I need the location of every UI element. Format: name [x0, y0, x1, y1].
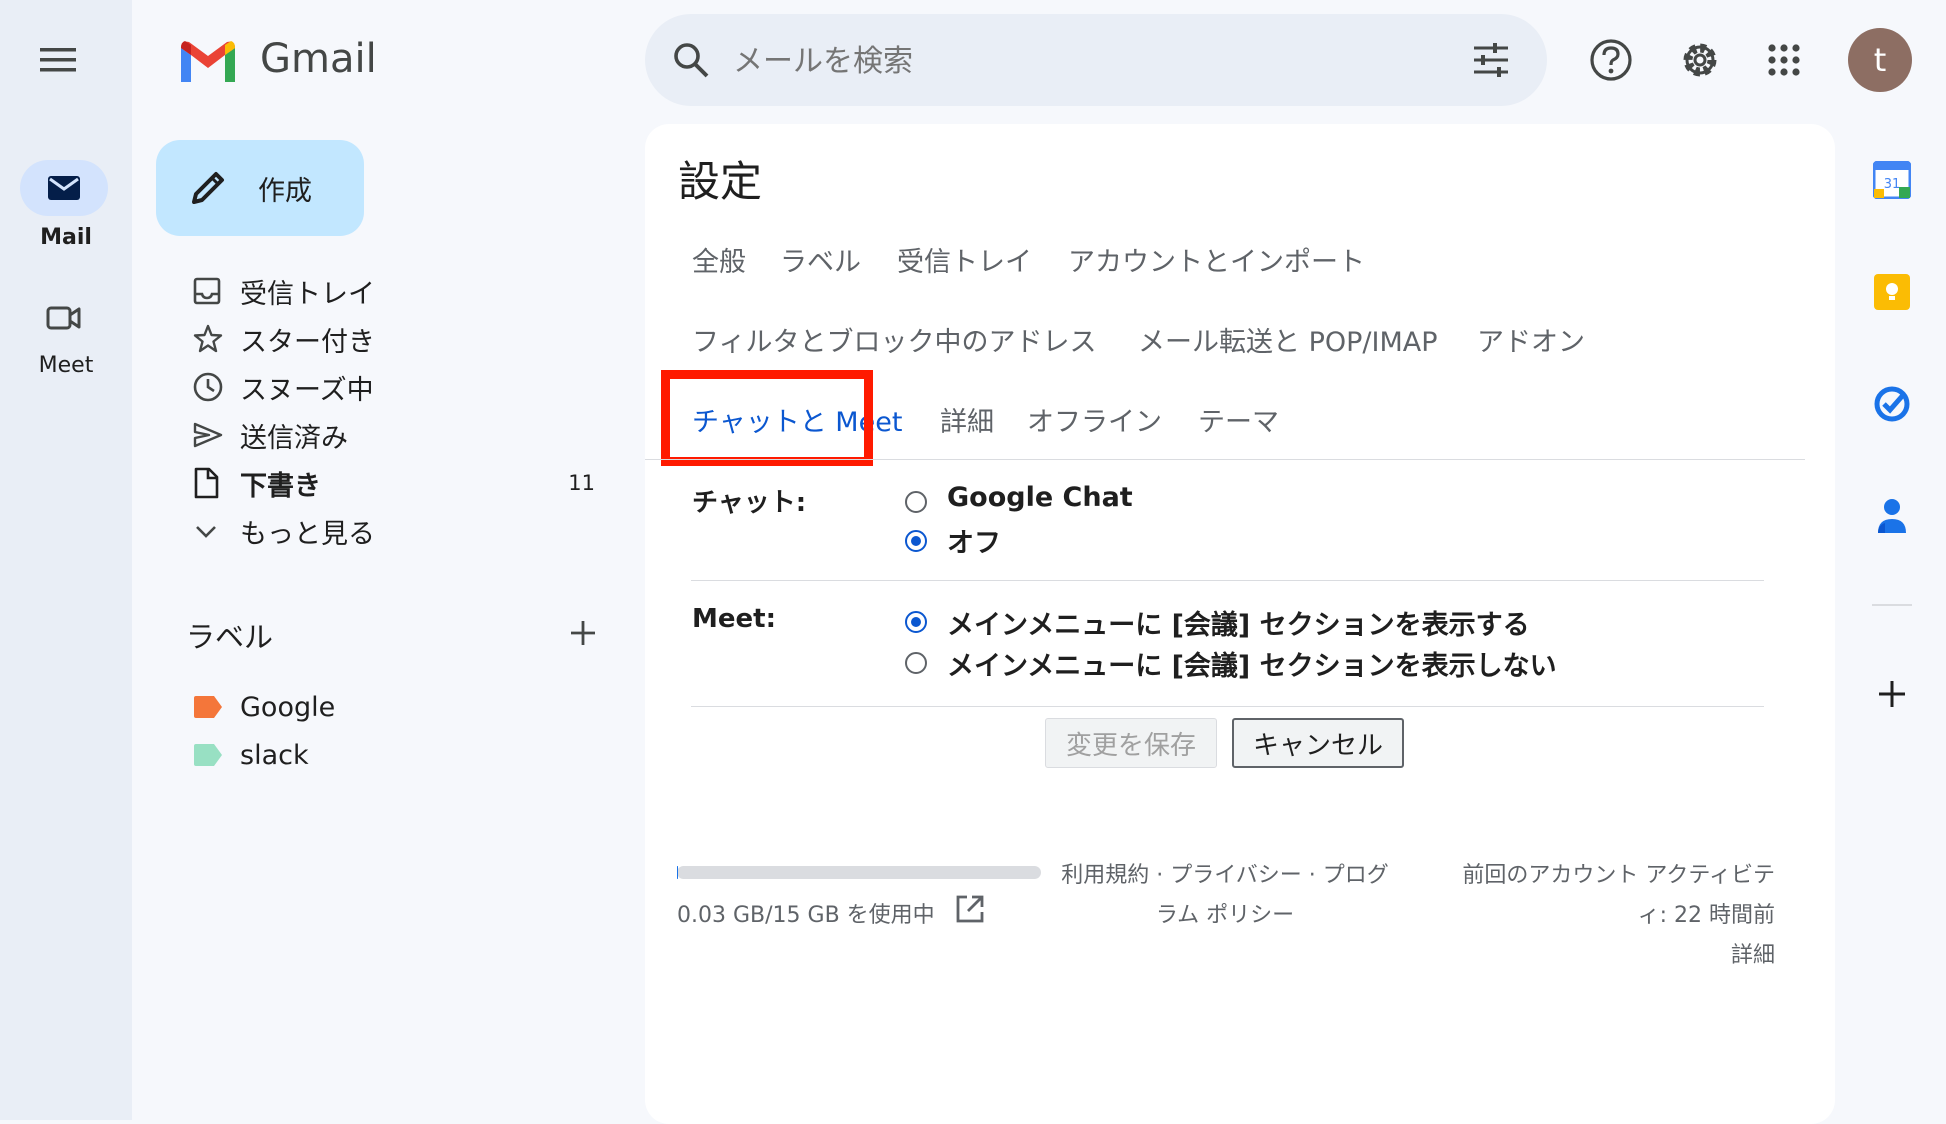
nav-label: 下書き [240, 470, 321, 502]
mail-icon [47, 175, 81, 201]
settings-panel: 設定 全般 ラベル 受信トレイ アカウントとインポート フィルタとブロック中のア… [645, 124, 1835, 1124]
nav-item-snoozed[interactable]: スヌーズ中 [180, 364, 620, 410]
app-name: Gmail [260, 36, 377, 82]
option-chat-off-label: オフ [947, 528, 1001, 559]
inbox-icon [180, 268, 232, 314]
label-name: slack [240, 739, 309, 771]
option-google-chat-label: Google Chat [947, 482, 1133, 513]
storage-bar [677, 866, 1041, 879]
side-panel-divider [1872, 604, 1912, 606]
cancel-button[interactable]: キャンセル [1232, 718, 1404, 768]
chat-section-label: チャット: [692, 488, 807, 518]
tab-themes[interactable]: テーマ [1198, 400, 1279, 439]
tab-forwarding[interactable]: メール転送と POP/IMAP [1138, 320, 1438, 359]
main-menu-icon[interactable] [38, 44, 78, 76]
option-meet-show-label: メインメニューに [会議] セクションを表示する [947, 610, 1530, 641]
activity-details-link[interactable]: 詳細 [1405, 936, 1775, 976]
calendar-icon[interactable]: 31 [1872, 160, 1912, 200]
policy-line[interactable]: ラム ポリシー [1050, 896, 1400, 936]
tab-advanced[interactable]: 詳細 [940, 400, 994, 439]
nav-item-more[interactable]: もっと見る [180, 508, 620, 554]
svg-text:31: 31 [1884, 177, 1901, 192]
search-input[interactable] [731, 34, 1375, 88]
chevron-down-icon [180, 508, 232, 554]
radio-chat-off[interactable] [905, 530, 927, 552]
compose-button[interactable]: 作成 [156, 140, 364, 236]
rail-mail-button[interactable] [20, 160, 108, 216]
pencil-icon [188, 168, 228, 208]
settings-gear-icon[interactable] [1678, 38, 1722, 82]
activity-line: 前回のアカウント アクティビテ [1462, 863, 1775, 888]
nav-item-starred[interactable]: スター付き [180, 316, 620, 362]
open-in-new-icon[interactable] [955, 894, 985, 924]
tab-offline[interactable]: オフライン [1027, 400, 1162, 439]
tabs-divider [645, 459, 1805, 460]
label-name: Google [240, 691, 336, 723]
nav-label: もっと見る [240, 518, 375, 550]
radio-meet-hide[interactable] [905, 652, 927, 674]
rail-meet-label: Meet [38, 353, 94, 378]
nav-label: スヌーズ中 [240, 374, 374, 406]
section-divider [691, 706, 1764, 707]
activity-line: ィ: 22 時間前 [1637, 903, 1775, 928]
policy-line[interactable]: 利用規約 · プライバシー · プログ [1050, 856, 1400, 896]
tab-addons[interactable]: アドオン [1477, 320, 1585, 359]
nav-label: 受信トレイ [240, 278, 375, 310]
tab-inbox[interactable]: 受信トレイ [897, 240, 1032, 279]
clock-icon [180, 364, 232, 410]
contacts-icon[interactable] [1872, 496, 1912, 536]
gmail-logo[interactable] [177, 38, 239, 84]
search-bar[interactable] [645, 14, 1547, 106]
tab-labels[interactable]: ラベル [780, 240, 861, 279]
video-icon [46, 304, 82, 332]
nav-item-inbox[interactable]: 受信トレイ [180, 268, 620, 314]
rail-meet-button[interactable] [20, 290, 108, 346]
policy-links[interactable]: 利用規約 · プライバシー · プログ ラム ポリシー [1050, 856, 1400, 936]
add-label-icon[interactable] [568, 618, 598, 648]
section-divider [691, 580, 1764, 581]
highlight-box [661, 370, 873, 466]
tasks-icon[interactable] [1872, 384, 1912, 424]
page-title: 設定 [678, 157, 763, 206]
label-item-slack[interactable]: slack [180, 732, 620, 778]
add-addon-icon[interactable] [1872, 674, 1912, 714]
meet-section-label: Meet: [692, 604, 776, 634]
help-icon[interactable] [1589, 38, 1633, 82]
label-tag-icon [180, 684, 232, 730]
compose-label: 作成 [258, 175, 312, 207]
apps-grid-icon[interactable] [1766, 42, 1802, 78]
nav-label: 送信済み [240, 422, 348, 454]
star-icon [180, 316, 232, 362]
save-changes-button[interactable]: 変更を保存 [1045, 718, 1217, 768]
nav-label: スター付き [240, 326, 375, 358]
radio-meet-show[interactable] [905, 611, 927, 633]
draft-count: 11 [568, 471, 595, 495]
filter-options-icon[interactable] [1471, 40, 1511, 80]
tab-accounts-import[interactable]: アカウントとインポート [1068, 240, 1365, 279]
storage-bar-fill [677, 866, 678, 879]
storage-text: 0.03 GB/15 GB を使用中 [677, 903, 935, 928]
search-icon[interactable] [671, 40, 711, 80]
avatar[interactable]: t [1848, 28, 1912, 92]
send-icon [180, 412, 232, 458]
left-rail: Mail Meet [0, 0, 132, 1120]
nav-item-sent[interactable]: 送信済み [180, 412, 620, 458]
label-item-google[interactable]: Google [180, 684, 620, 730]
last-activity: 前回のアカウント アクティビテ ィ: 22 時間前 詳細 [1405, 856, 1775, 976]
draft-icon [180, 460, 232, 506]
tab-filters[interactable]: フィルタとブロック中のアドレス [692, 320, 1096, 359]
keep-icon[interactable] [1872, 272, 1912, 312]
rail-mail-label: Mail [40, 225, 92, 250]
tab-general[interactable]: 全般 [692, 240, 746, 279]
labels-heading: ラベル [186, 620, 274, 654]
radio-google-chat[interactable] [905, 491, 927, 513]
label-tag-icon [180, 732, 232, 778]
option-meet-hide-label: メインメニューに [会議] セクションを表示しない [947, 651, 1557, 682]
nav-item-drafts[interactable]: 下書き 11 [180, 460, 620, 506]
